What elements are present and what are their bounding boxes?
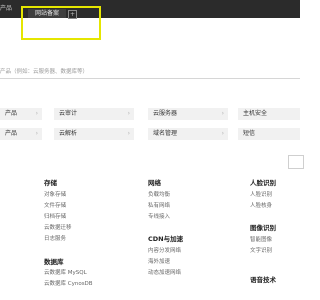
product-menu-fragment[interactable]: 产品 xyxy=(0,5,12,13)
link-dynamic-acceleration[interactable]: 动态加速网络 xyxy=(148,268,181,276)
link-file-storage[interactable]: 文件存储 xyxy=(44,201,66,209)
side-button[interactable] xyxy=(288,155,304,169)
link-smart-image[interactable]: 智能图像 xyxy=(250,235,272,243)
chevron-right-icon: › xyxy=(35,130,38,137)
link-overseas-acceleration[interactable]: 海外加速 xyxy=(148,257,170,265)
category-title-cdn[interactable]: CDN与加速 xyxy=(148,233,183,243)
product-grid-row: 产品 › 云解析 › 域名管理 › 短信 xyxy=(0,128,300,140)
product-search-row[interactable]: 产品（例如：云服务器、数据库等） xyxy=(0,64,300,79)
search-placeholder: 产品（例如：云服务器、数据库等） xyxy=(0,69,89,75)
category-title-storage[interactable]: 存储 xyxy=(44,177,57,187)
link-vpc[interactable]: 私有网络 xyxy=(148,201,170,209)
category-title-image-recognition[interactable]: 图像识别 xyxy=(250,222,276,232)
chevron-right-icon: › xyxy=(35,110,38,117)
grid-cell-host-security[interactable]: 主机安全 xyxy=(238,108,300,120)
chevron-right-icon: › xyxy=(221,110,224,117)
link-direct-connect[interactable]: 专线接入 xyxy=(148,212,170,220)
grid-cell-cloud-audit[interactable]: 云审计 › xyxy=(54,108,134,120)
grid-cell-sms[interactable]: 短信 xyxy=(238,128,300,140)
category-title-network[interactable]: 网络 xyxy=(148,177,161,187)
chevron-right-icon: › xyxy=(127,110,130,117)
link-archive-storage[interactable]: 归档存储 xyxy=(44,212,66,220)
category-title-face-recognition[interactable]: 人脸识别 xyxy=(250,177,276,187)
link-log-service[interactable]: 日志服务 xyxy=(44,234,66,242)
link-cynosdb[interactable]: 云数据库 CynosDB xyxy=(44,279,93,287)
grid-cell-cloud-server[interactable]: 云服务器 › xyxy=(148,108,228,120)
link-object-storage[interactable]: 对象存储 xyxy=(44,190,66,198)
product-grid-row: 产品 › 云审计 › 云服务器 › 主机安全 xyxy=(0,108,300,120)
grid-cell-cloud-dns[interactable]: 云解析 › xyxy=(54,128,134,140)
grid-cell-product[interactable]: 产品 › xyxy=(0,108,42,120)
grid-cell-domain-management[interactable]: 域名管理 › xyxy=(148,128,228,140)
category-title-database[interactable]: 数据库 xyxy=(44,256,64,266)
chevron-right-icon: › xyxy=(221,130,224,137)
link-face-verification[interactable]: 人脸核身 xyxy=(250,201,272,209)
chevron-right-icon: › xyxy=(127,130,130,137)
link-cdn[interactable]: 内容分发网络 xyxy=(148,246,181,254)
category-title-voice[interactable]: 语音技术 xyxy=(250,274,276,284)
link-face-recognition[interactable]: 人脸识别 xyxy=(250,190,272,198)
highlight-box xyxy=(21,6,101,40)
link-mysql[interactable]: 云数据库 MySQL xyxy=(44,268,87,276)
link-data-migration[interactable]: 云数据迁移 xyxy=(44,223,72,231)
grid-cell-product[interactable]: 产品 › xyxy=(0,128,42,140)
link-ocr[interactable]: 文字识别 xyxy=(250,246,272,254)
link-load-balancer[interactable]: 负载均衡 xyxy=(148,190,170,198)
